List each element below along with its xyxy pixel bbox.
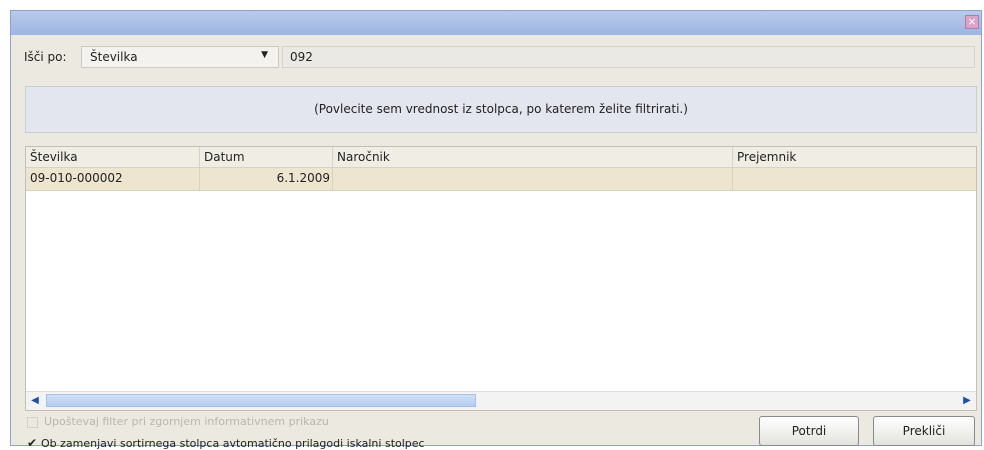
cancel-button[interactable]: Prekliči xyxy=(873,416,975,446)
scroll-right-icon[interactable]: ▶ xyxy=(959,393,975,408)
column-header-datum[interactable]: Datum xyxy=(200,147,333,167)
table-header: Številka Datum Naročnik Prejemnik xyxy=(26,147,976,168)
horizontal-scrollbar[interactable]: ◀ ▶ xyxy=(26,391,976,410)
table-row[interactable]: 09-010-000002 6.1.2009 xyxy=(26,168,976,191)
column-header-narocnik[interactable]: Naročnik xyxy=(333,147,733,167)
cell-stevilka[interactable]: 09-010-000002 xyxy=(26,168,200,190)
group-by-hint: (Povlecite sem vrednost iz stolpca, po k… xyxy=(314,102,688,116)
confirm-button[interactable]: Potrdi xyxy=(759,416,859,446)
respect-filter-checkbox xyxy=(27,416,38,428)
search-label: Išči po: xyxy=(24,50,67,64)
column-header-stevilka[interactable]: Številka xyxy=(26,147,200,167)
results-table: Številka Datum Naročnik Prejemnik 09-010… xyxy=(25,146,977,411)
search-row: Išči po: Številka ▼ xyxy=(11,45,981,71)
filter-dialog: × Išči po: Številka ▼ (Povlecite sem vre… xyxy=(10,10,982,450)
scroll-left-icon[interactable]: ◀ xyxy=(27,393,43,408)
respect-filter-label: Upoštevaj filter pri zgornjem informativ… xyxy=(44,415,329,428)
auto-adjust-label[interactable]: Ob zamenjavi sortirnega stolpca avtomati… xyxy=(41,437,425,450)
respect-filter-option: Upoštevaj filter pri zgornjem informativ… xyxy=(27,415,329,428)
scroll-thumb[interactable] xyxy=(46,394,476,407)
search-field-value: Številka xyxy=(90,50,138,64)
cell-datum[interactable]: 6.1.2009 xyxy=(200,168,333,190)
cell-prejemnik[interactable] xyxy=(733,168,976,190)
column-header-prejemnik[interactable]: Prejemnik xyxy=(733,147,976,167)
search-field-select[interactable]: Številka ▼ xyxy=(81,46,279,68)
close-icon[interactable]: × xyxy=(965,15,979,29)
title-bar: × xyxy=(11,11,981,35)
chevron-down-icon[interactable]: ▼ xyxy=(261,50,268,60)
group-by-drop-area[interactable]: (Povlecite sem vrednost iz stolpca, po k… xyxy=(25,86,977,133)
search-input[interactable] xyxy=(282,46,975,68)
cell-narocnik[interactable] xyxy=(333,168,733,190)
